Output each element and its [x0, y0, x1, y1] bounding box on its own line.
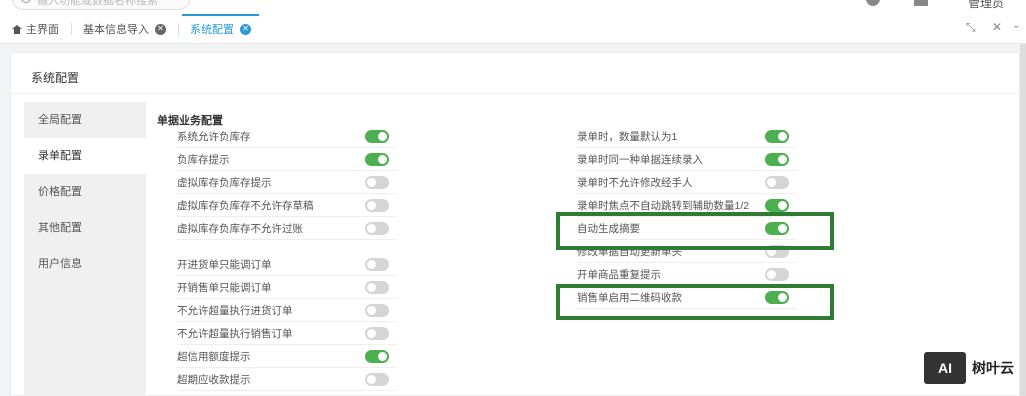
- close-icon[interactable]: ✕: [155, 23, 166, 35]
- toggle-switch[interactable]: [765, 199, 789, 212]
- tab-basic-import[interactable]: 基本信息导入 ✕: [71, 14, 178, 44]
- tab-bar: 主界面 基本信息导入 ✕ 系统配置 ✕: [0, 14, 263, 44]
- top-bar: 输入功能或数据名称搜索 管理员 主界面 基本信息导入 ✕ 系统配置 ✕ ⤡ ✕ …: [0, 0, 1026, 44]
- toggle-switch[interactable]: [365, 130, 389, 143]
- option-row: 录单时，数量默认为1: [577, 125, 797, 148]
- option-label: 开进货单只能调订单: [177, 258, 272, 271]
- sidebar: 全局配置 录单配置 价格配置 其他配置 用户信息: [24, 102, 146, 396]
- option-row: 开销售单只能调订单: [177, 276, 397, 299]
- option-label: 录单时，数量默认为1: [577, 130, 678, 143]
- page-title: 系统配置: [31, 71, 80, 85]
- user-name[interactable]: 管理员: [968, 0, 1004, 11]
- sidebar-item-price[interactable]: 价格配置: [24, 174, 146, 210]
- option-row: 录单时不允许修改经手人: [577, 171, 797, 194]
- toggle-switch[interactable]: [365, 281, 389, 294]
- toggle-switch[interactable]: [365, 199, 389, 212]
- toggle-switch[interactable]: [365, 304, 389, 317]
- option-label: 负库存提示: [177, 153, 230, 166]
- tab-label: 系统配置: [190, 24, 234, 36]
- config-panel: 系统配置: [10, 52, 1020, 396]
- option-row: 不允许超量执行进货订单: [177, 299, 397, 322]
- option-label: 开单商品重复提示: [577, 268, 661, 281]
- option-label: 超期应收款提示: [177, 373, 251, 386]
- option-row: 不允许超量执行销售订单: [177, 322, 397, 345]
- option-row: 录单时同一种单据连续录入: [577, 148, 797, 171]
- scrollbar[interactable]: [1020, 44, 1026, 396]
- option-label: 开销售单只能调订单: [177, 281, 272, 294]
- search-box[interactable]: 输入功能或数据名称搜索: [12, 0, 190, 10]
- sidebar-item-user-info[interactable]: 用户信息: [24, 246, 146, 282]
- tab-label: 主界面: [26, 24, 59, 36]
- option-label: 虚拟库存负库存不允许存草稿: [177, 199, 314, 212]
- option-row: 开进货单只能调订单: [177, 253, 397, 276]
- tab-system-config[interactable]: 系统配置 ✕: [178, 14, 263, 44]
- sidebar-item-other[interactable]: 其他配置: [24, 210, 146, 246]
- toggle-switch[interactable]: [365, 350, 389, 363]
- option-row: 虚拟库存负库存不允许过账: [177, 217, 397, 240]
- option-label: 录单时不允许修改经手人: [577, 176, 693, 189]
- toggle-switch[interactable]: [365, 258, 389, 271]
- toggle-switch[interactable]: [365, 176, 389, 189]
- option-row: 虚拟库存负库存不允许存草稿: [177, 194, 397, 217]
- notification-icon[interactable]: [866, 0, 880, 6]
- home-icon: [12, 24, 22, 34]
- option-row: 虚拟库存负库存提示: [177, 171, 397, 194]
- option-row: 超信用额度提示: [177, 345, 397, 368]
- toggle-switch[interactable]: [765, 130, 789, 143]
- close-icon[interactable]: ✕: [240, 23, 251, 35]
- option-label: 虚拟库存负库存不允许过账: [177, 222, 303, 235]
- brand-name: 树叶云: [972, 360, 1014, 376]
- fullscreen-icon[interactable]: ⤡: [966, 20, 976, 35]
- option-label: 不允许超量执行销售订单: [177, 327, 293, 340]
- sidebar-item-global[interactable]: 全局配置: [24, 102, 146, 138]
- highlight-box: [556, 212, 834, 250]
- settings-icon[interactable]: [914, 0, 928, 6]
- option-row: 超期应收款提示: [177, 368, 397, 391]
- option-label: 系统允许负库存: [177, 130, 251, 143]
- search-input[interactable]: 输入功能或数据名称搜索: [37, 0, 158, 8]
- highlight-box: [556, 284, 834, 320]
- search-icon: [21, 0, 31, 3]
- toggle-switch[interactable]: [765, 153, 789, 166]
- toggle-switch[interactable]: [365, 373, 389, 386]
- divider: [11, 93, 1019, 94]
- toggle-switch[interactable]: [765, 268, 789, 281]
- option-label: 不允许超量执行进货订单: [177, 304, 293, 317]
- option-label: 超信用额度提示: [177, 350, 251, 363]
- close-window-icon[interactable]: ✕: [992, 20, 1002, 34]
- toggle-switch[interactable]: [365, 153, 389, 166]
- tab-home[interactable]: 主界面: [0, 14, 71, 44]
- tab-label: 基本信息导入: [83, 24, 149, 36]
- option-label: 录单时焦点不自动跳转到辅助数量1/2: [577, 199, 750, 212]
- chevron-down-icon[interactable]: ⌄: [1012, 20, 1020, 31]
- option-label: 录单时同一种单据连续录入: [577, 153, 703, 166]
- toggle-switch[interactable]: [765, 176, 789, 189]
- option-row: 负库存提示: [177, 148, 397, 171]
- toggle-switch[interactable]: [365, 327, 389, 340]
- option-row: 系统允许负库存: [177, 125, 397, 148]
- toggle-switch[interactable]: [365, 222, 389, 235]
- option-row: 开单商品重复提示: [577, 263, 797, 286]
- option-label: 虚拟库存负库存提示: [177, 176, 272, 189]
- sidebar-item-entry[interactable]: 录单配置: [24, 138, 146, 174]
- brand-logo: AI: [924, 352, 966, 384]
